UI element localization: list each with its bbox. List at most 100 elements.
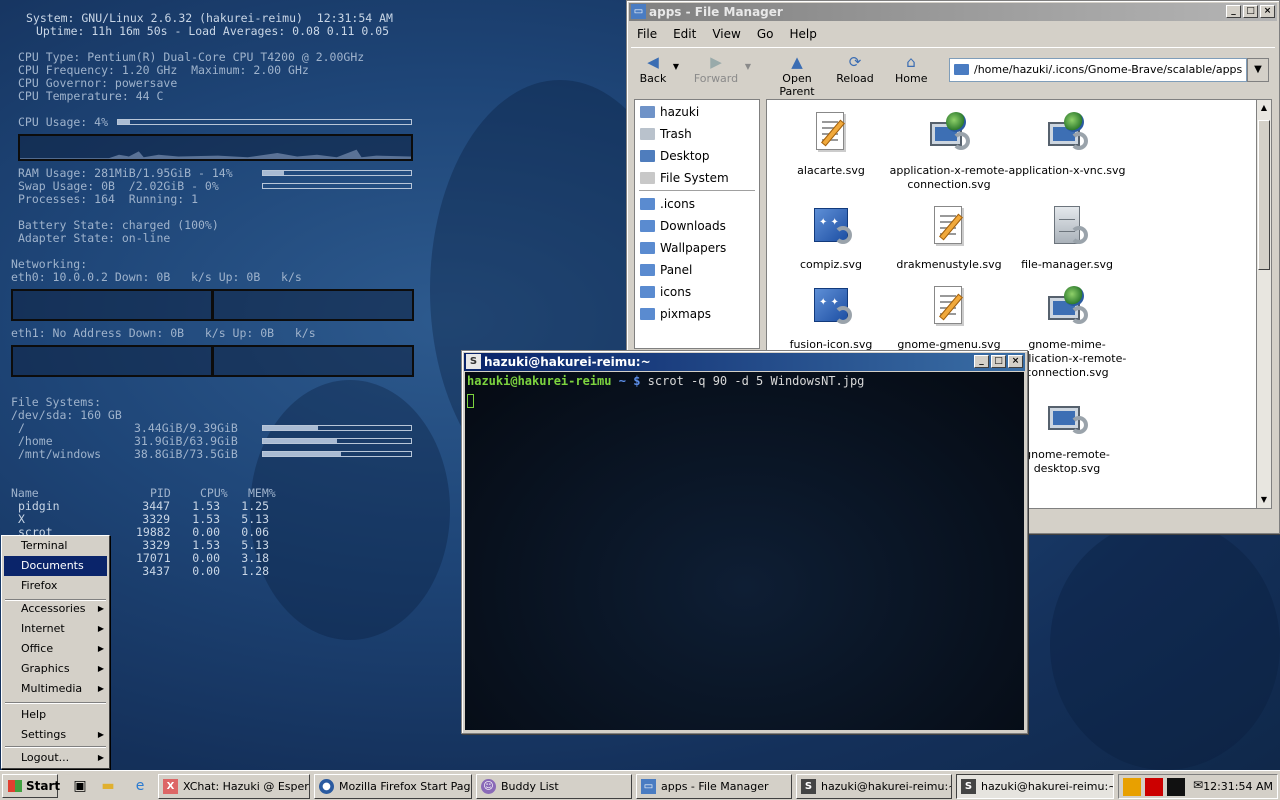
submenu-arrow-icon: ▶	[97, 684, 104, 693]
maximize-button[interactable]: □	[1243, 5, 1258, 18]
file-item[interactable]: application-x-vnc.svg	[1007, 110, 1127, 178]
terminal-icon: S	[801, 779, 816, 794]
close-button[interactable]: ×	[1260, 5, 1275, 18]
start-button[interactable]: Start	[2, 774, 60, 798]
maximize-button[interactable]: □	[991, 355, 1006, 368]
start-logo-icon	[8, 780, 22, 792]
file-item[interactable]: compiz.svg	[771, 204, 891, 272]
scroll-up-arrow[interactable]: ▲	[1258, 101, 1270, 115]
eth1-down-graph	[11, 345, 213, 377]
menu-item-accessories[interactable]: Accessories ▶	[4, 599, 107, 619]
file-manager-title: apps - File Manager	[649, 5, 783, 19]
terminal-window[interactable]: S hazuki@hakurei-reimu:~ _ □ × hazuki@ha…	[461, 350, 1028, 734]
minimize-button[interactable]: _	[974, 355, 989, 368]
menu-help[interactable]: Help	[783, 23, 822, 45]
terminal-output[interactable]: hazuki@hakurei-reimu ~ $ scrot -q 90 -d …	[465, 372, 1024, 730]
reload-icon: ⟳	[848, 53, 862, 71]
xchat-tray-icon[interactable]	[1123, 778, 1141, 796]
file-manager-titlebar[interactable]: ▭ apps - File Manager _ □ ×	[629, 3, 1277, 21]
menu-item-terminal[interactable]: Terminal	[4, 536, 107, 556]
desktop-icon	[640, 150, 655, 162]
scroll-thumb[interactable]	[1258, 120, 1270, 270]
quicklaunch-browser-icon[interactable]: e	[130, 777, 150, 795]
task-file-manager[interactable]: ▭ apps - File Manager	[636, 774, 792, 799]
monitor-tray-icon[interactable]	[1145, 778, 1163, 796]
sidebar-item-pixmaps[interactable]: pixmaps	[639, 304, 711, 324]
folder-icon	[954, 64, 969, 75]
file-item[interactable]: fusion-icon.svg	[771, 284, 891, 352]
task-terminal-active[interactable]: Shazuki@hakurei-reimu:~	[956, 774, 1114, 799]
terminal-cursor	[467, 394, 474, 408]
task-buddy-list[interactable]: ☺ Buddy List	[476, 774, 632, 799]
sidebar-item-panel[interactable]: Panel	[639, 260, 692, 280]
menu-item-settings[interactable]: Settings ▶	[4, 725, 107, 745]
reload-button[interactable]: ⟳ Reload	[835, 52, 875, 85]
prompt-symbol: $	[633, 374, 641, 388]
quicklaunch-folder-icon[interactable]: ▬	[98, 777, 118, 795]
file-item[interactable]: application-x-remote-connection.svg	[889, 110, 1009, 192]
menu-item-multimedia[interactable]: Multimedia ▶	[4, 679, 107, 699]
menu-item-logout[interactable]: Logout... ▶	[4, 748, 107, 768]
folder-icon	[640, 308, 655, 320]
file-item[interactable]: gnome-gmenu.svg	[889, 284, 1009, 352]
xchat-icon: X	[163, 779, 178, 794]
uptime-line: Uptime: 11h 16m 50s - Load Averages: 0.0…	[36, 24, 390, 38]
monitor-icon	[1044, 394, 1090, 440]
quicklaunch-terminal-icon[interactable]: ▣	[70, 777, 90, 795]
menu-item-internet[interactable]: Internet ▶	[4, 619, 107, 639]
vertical-scrollbar[interactable]: ▲ ▼	[1256, 99, 1272, 509]
sidebar-item-file-system[interactable]: File System	[639, 168, 729, 188]
menu-go[interactable]: Go	[751, 23, 780, 45]
menu-file[interactable]: File	[631, 23, 663, 45]
open-parent-button[interactable]: ▲ Open Parent	[765, 52, 829, 98]
menu-item-help[interactable]: Help	[4, 705, 107, 725]
sidebar-item-icons-hidden[interactable]: .icons	[639, 194, 695, 214]
close-button[interactable]: ×	[1008, 355, 1023, 368]
address-dropdown[interactable]: ▼	[1247, 58, 1269, 82]
forward-history-dropdown[interactable]: ▼	[741, 62, 755, 71]
terminal-titlebar[interactable]: S hazuki@hakurei-reimu:~ _ □ ×	[464, 353, 1025, 371]
folder-icon	[640, 220, 655, 232]
menu-item-graphics[interactable]: Graphics ▶	[4, 659, 107, 679]
drive-icon	[640, 172, 655, 184]
file-item[interactable]: file-manager.svg	[1007, 204, 1127, 272]
sidebar-item-hazuki[interactable]: hazuki	[639, 102, 699, 122]
blue-square-icon	[808, 284, 854, 330]
task-firefox[interactable]: ●Mozilla Firefox Start Page...	[314, 774, 472, 799]
scroll-down-arrow[interactable]: ▼	[1258, 493, 1270, 507]
eth0-down-graph	[11, 289, 213, 321]
submenu-arrow-icon: ▶	[97, 753, 104, 762]
task-terminal-1[interactable]: Shazuki@hakurei-reimu:~/...	[796, 774, 952, 799]
eth1-up-graph	[212, 345, 414, 377]
up-arrow-icon: ▲	[791, 53, 803, 71]
address-bar[interactable]: /home/hazuki/.icons/Gnome-Brave/scalable…	[949, 58, 1247, 82]
eth0-up-graph	[212, 289, 414, 321]
sidebar-item-desktop[interactable]: Desktop	[639, 146, 710, 166]
sidebar-item-icons[interactable]: icons	[639, 282, 691, 302]
back-button[interactable]: ◀ Back	[635, 52, 671, 85]
firefox-icon: ●	[319, 779, 334, 794]
file-item[interactable]: drakmenustyle.svg	[889, 204, 1009, 272]
home-button[interactable]: ⌂ Home	[895, 52, 927, 85]
folder-icon	[640, 242, 655, 254]
submenu-arrow-icon: ▶	[97, 604, 104, 613]
menu-view[interactable]: View	[706, 23, 746, 45]
cabinet-icon	[1044, 204, 1090, 250]
back-history-dropdown[interactable]: ▼	[669, 62, 683, 71]
folder-icon: ▭	[641, 779, 656, 794]
menu-item-documents[interactable]: Documents	[4, 556, 107, 576]
terminal-line: hazuki@hakurei-reimu ~ $ scrot -q 90 -d …	[467, 374, 1022, 388]
terminal-tray-icon[interactable]	[1167, 778, 1185, 796]
minimize-button[interactable]: _	[1226, 5, 1241, 18]
menu-edit[interactable]: Edit	[667, 23, 702, 45]
menu-item-office[interactable]: Office ▶	[4, 639, 107, 659]
sidebar-item-downloads[interactable]: Downloads	[639, 216, 726, 236]
sidebar-item-wallpapers[interactable]: Wallpapers	[639, 238, 726, 258]
file-item[interactable]: alacarte.svg	[771, 110, 891, 178]
fs-bar	[262, 451, 412, 457]
menu-item-firefox[interactable]: Firefox	[4, 576, 107, 596]
forward-button[interactable]: ▶ Forward	[691, 52, 741, 85]
sidebar-item-trash[interactable]: Trash	[639, 124, 692, 144]
cpu-temperature: CPU Temperature: 44 C	[18, 89, 164, 103]
task-xchat[interactable]: X XChat: Hazuki @ Esper	[158, 774, 310, 799]
